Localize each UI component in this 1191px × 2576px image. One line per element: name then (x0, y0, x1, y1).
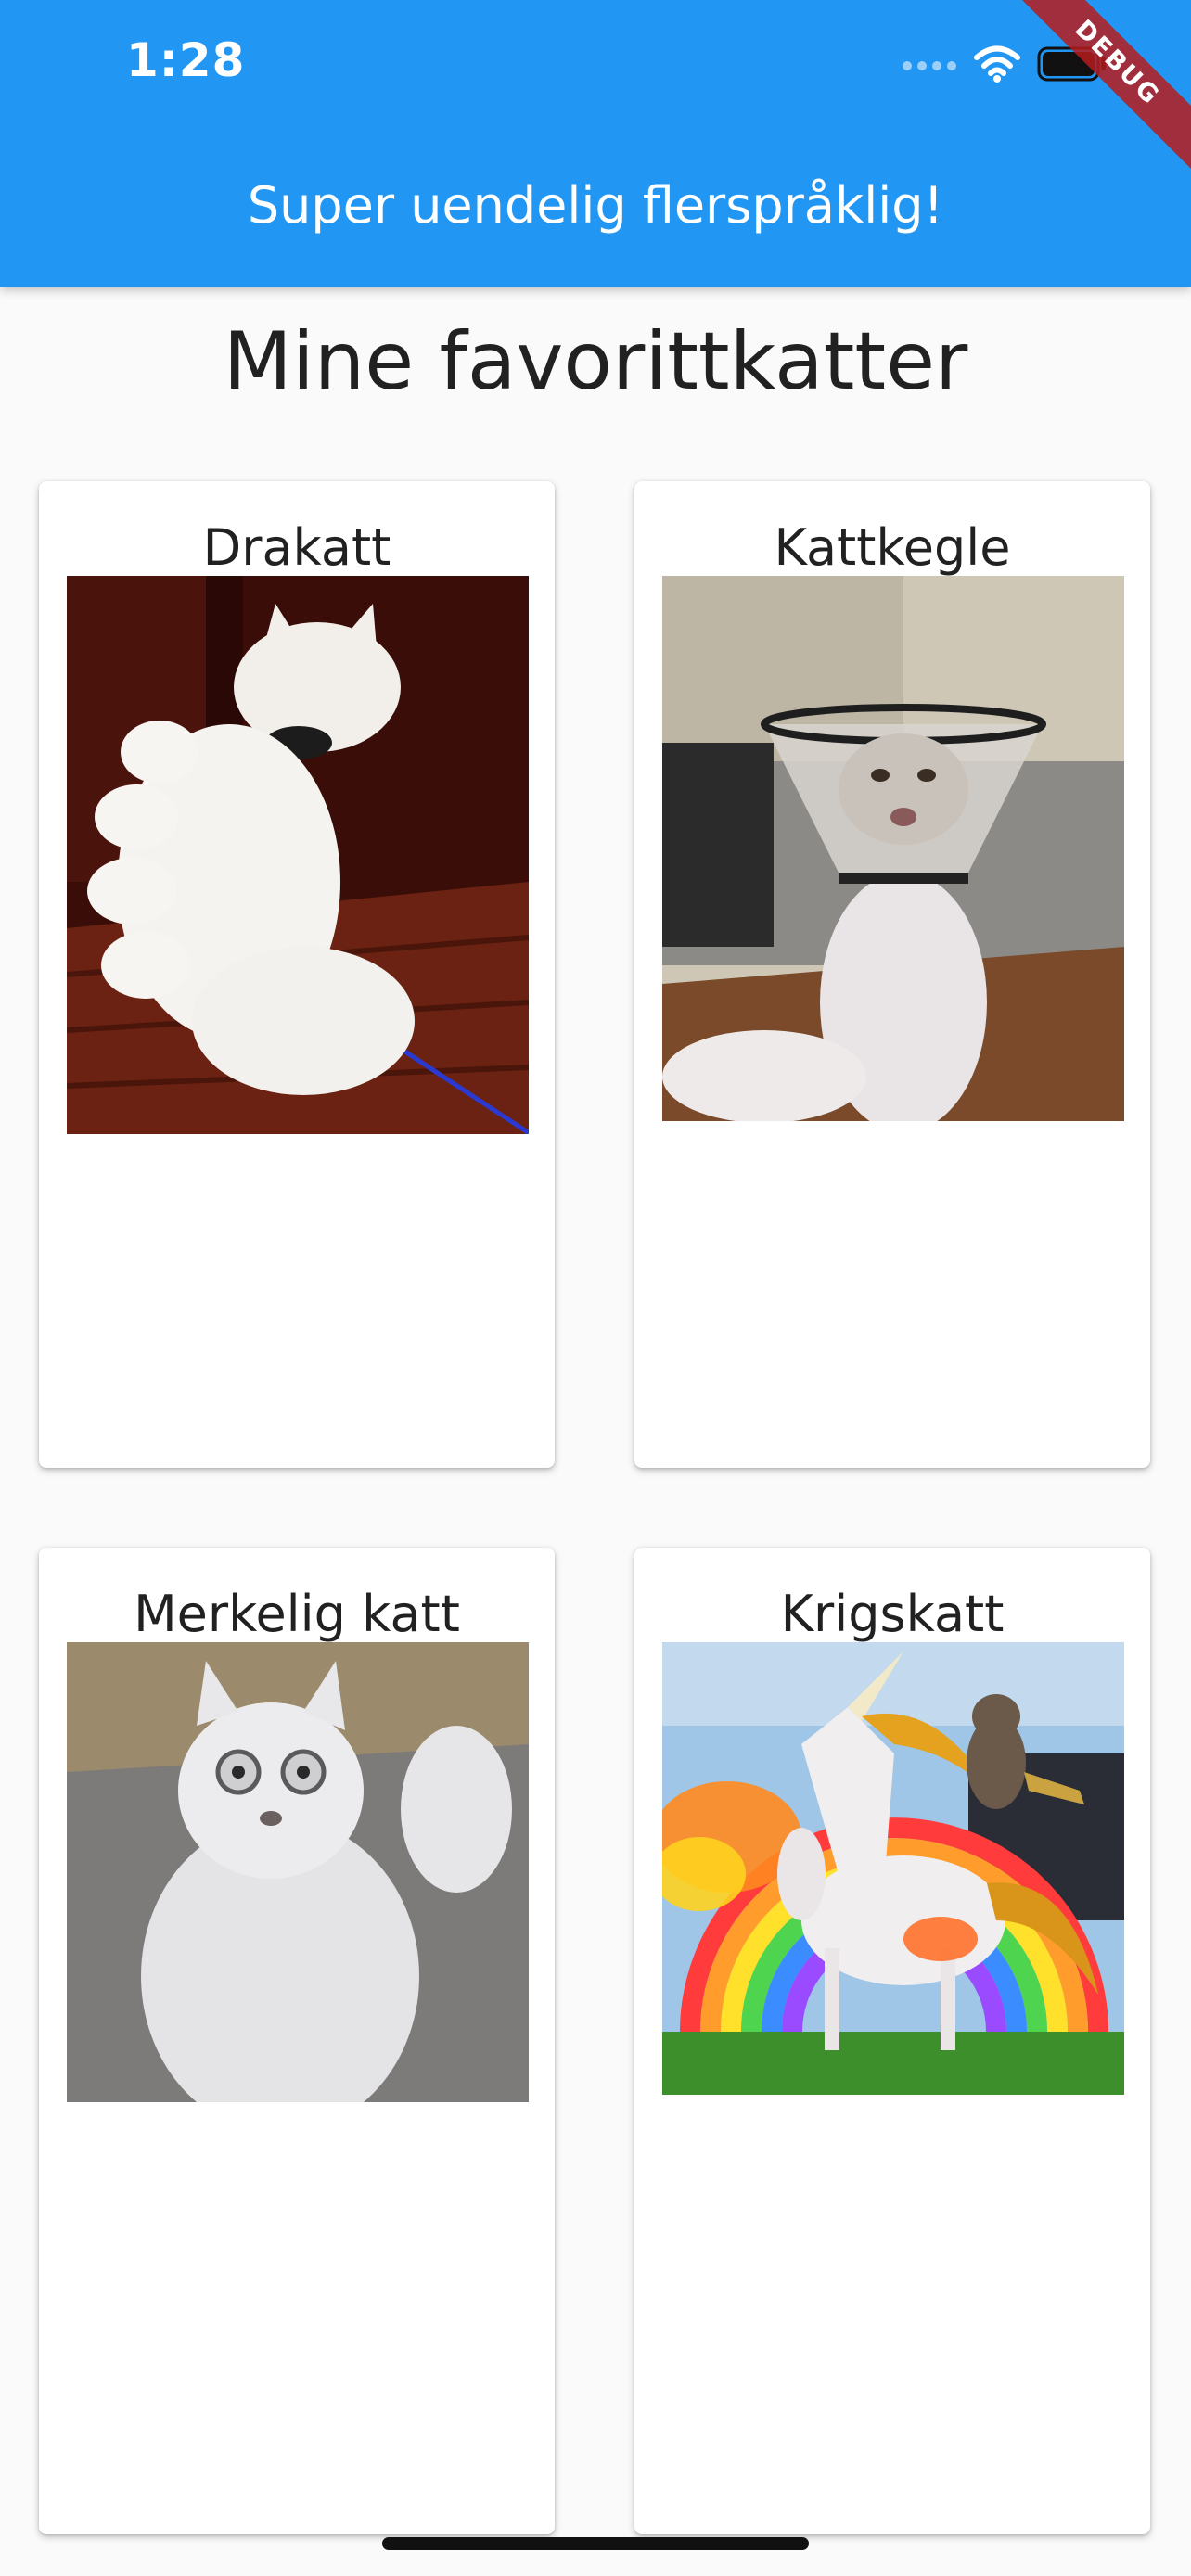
page-heading: Mine favorittkatter (223, 315, 968, 408)
cat-card-krigskatt[interactable]: Krigskatt (634, 1548, 1150, 2534)
cat-image-kattkegle (662, 576, 1124, 1121)
debug-banner-label: DEBUG (1005, 0, 1191, 178)
cat-image-merkelig-katt (67, 1642, 529, 2102)
cat-image-krigskatt (662, 1642, 1124, 2095)
debug-banner: DEBUG (1005, 0, 1191, 185)
cat-image-drakatt (67, 576, 529, 1134)
cat-card-merkelig-katt[interactable]: Merkelig katt (39, 1548, 555, 2534)
cat-card-title: Drakatt (202, 518, 391, 577)
home-indicator (382, 2537, 809, 2550)
cat-card-title: Kattkegle (774, 518, 1011, 577)
cat-card-drakatt[interactable]: Drakatt (39, 481, 555, 1468)
cat-card-kattkegle[interactable]: Kattkegle (634, 481, 1150, 1468)
cat-card-title: Merkelig katt (134, 1585, 460, 1643)
status-time: 1:28 (126, 33, 246, 87)
cellular-dots-icon (902, 57, 957, 75)
cat-card-title: Krigskatt (780, 1585, 1005, 1643)
